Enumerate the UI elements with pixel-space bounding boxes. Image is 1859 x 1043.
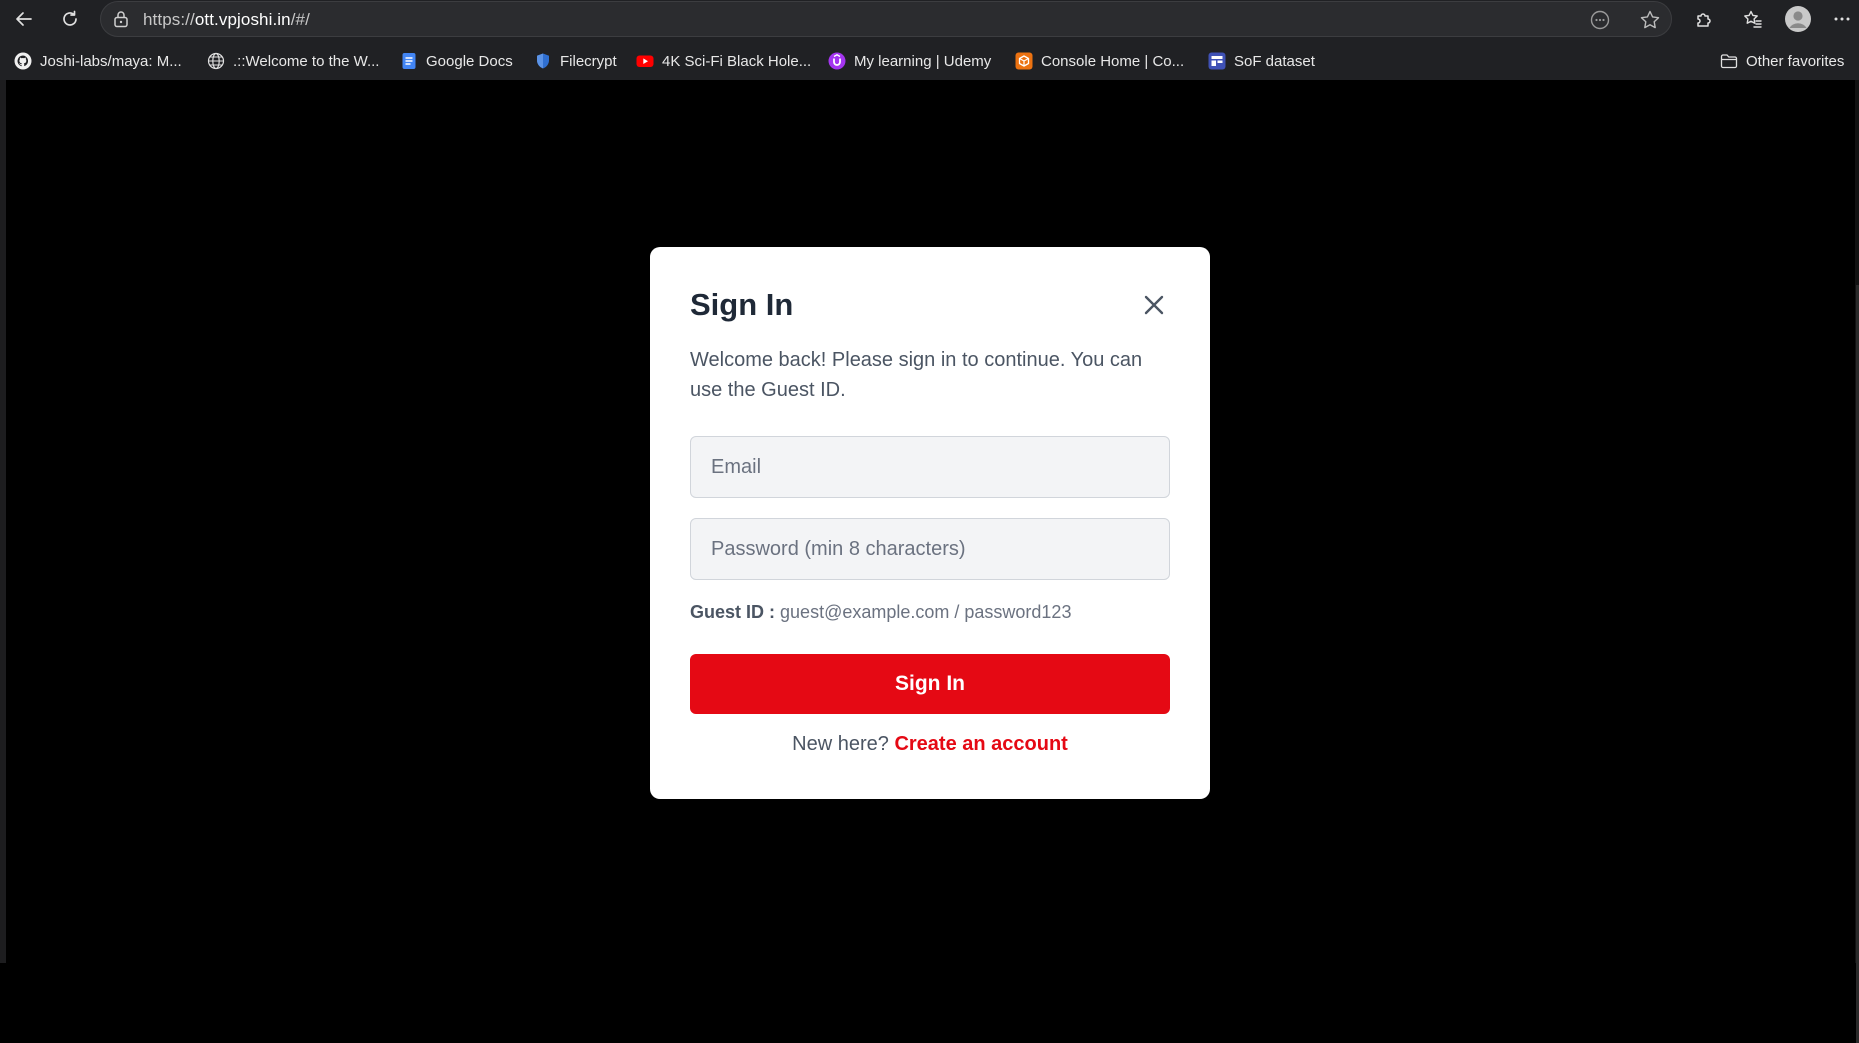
modal-subtitle: Welcome back! Please sign in to continue…	[690, 349, 1143, 401]
profile-button[interactable]	[1782, 3, 1814, 35]
puzzle-icon	[1697, 13, 1711, 27]
url-scheme: https://	[143, 10, 195, 29]
browser-toolbar: https://ott.vpjoshi.in/#/	[0, 0, 1859, 38]
bookmark-google-docs[interactable]: Google Docs	[400, 50, 513, 72]
modal-title: Sign In	[690, 287, 794, 322]
bookmark-filecrypt[interactable]: Filecrypt	[534, 50, 617, 72]
bookmarks-bar: Joshi-labs/maya: M... .::Welcome to the …	[0, 42, 1859, 78]
back-button[interactable]	[8, 3, 40, 35]
guest-id-label: Guest ID :	[690, 602, 776, 622]
email-input[interactable]	[690, 436, 1170, 498]
reload-button[interactable]	[54, 3, 86, 35]
bookmark-youtube[interactable]: 4K Sci-Fi Black Hole...	[636, 50, 811, 72]
star-icon[interactable]	[1639, 9, 1661, 31]
arrow-left-icon	[16, 12, 32, 26]
create-account-link[interactable]: Create an account	[894, 733, 1067, 755]
bookmark-sof-dataset[interactable]: SoF dataset	[1208, 50, 1315, 72]
url-path: /#/	[290, 10, 310, 29]
extensions-button[interactable]	[1688, 3, 1720, 35]
bookmark-label: My learning | Udemy	[854, 52, 992, 70]
bookmark-welcome[interactable]: .::Welcome to the W...	[207, 50, 379, 72]
aws-icon	[1015, 52, 1033, 70]
settings-menu-button[interactable]	[1828, 3, 1856, 35]
favorites-button[interactable]	[1737, 3, 1769, 35]
bookmark-label: Filecrypt	[560, 52, 617, 70]
globe-icon	[207, 52, 225, 70]
lock-icon[interactable]	[111, 9, 131, 29]
other-favorites-label: Other favorites	[1746, 52, 1845, 70]
sign-in-button[interactable]: Sign In	[690, 654, 1170, 714]
browser-chrome: https://ott.vpjoshi.in/#/ Joshi-labs/may…	[0, 0, 1859, 80]
page-scrollbar[interactable]	[1855, 80, 1859, 1043]
folder-icon	[1720, 54, 1738, 69]
url-host: ott.vpjoshi.in	[194, 10, 291, 29]
reload-icon	[63, 10, 77, 26]
close-icon[interactable]	[1140, 291, 1168, 319]
url-text[interactable]: https://ott.vpjoshi.in/#/	[143, 10, 310, 30]
google-docs-icon	[402, 53, 416, 69]
shield-icon	[537, 53, 549, 69]
other-favorites[interactable]: Other favorites	[1720, 50, 1844, 72]
bookmark-label: Console Home | Co...	[1041, 52, 1185, 70]
signup-prompt: New here? Create an account	[650, 733, 1210, 756]
github-icon	[14, 52, 32, 70]
sign-in-modal: Sign In Welcome back! Please sign in to …	[650, 247, 1210, 799]
guest-id-value: guest@example.com / password123	[780, 602, 1072, 622]
bookmark-label: SoF dataset	[1234, 52, 1315, 70]
favorites-star-list-icon	[1744, 10, 1762, 28]
bookmark-console-home[interactable]: Console Home | Co...	[1015, 50, 1184, 72]
avatar-icon	[1785, 6, 1811, 32]
youtube-icon	[636, 55, 654, 67]
bookmark-github[interactable]: Joshi-labs/maya: M...	[14, 50, 182, 72]
bookmark-label: Google Docs	[426, 52, 513, 70]
more-dots-circle-icon[interactable]	[1589, 9, 1611, 31]
bookmark-label: 4K Sci-Fi Black Hole...	[662, 52, 812, 70]
password-input[interactable]	[690, 518, 1170, 580]
bookmark-label: .::Welcome to the W...	[233, 52, 380, 70]
address-bar[interactable]: https://ott.vpjoshi.in/#/	[100, 1, 1672, 37]
content-left-border	[0, 80, 6, 963]
ellipsis-icon	[1834, 17, 1850, 21]
bookmark-label: Joshi-labs/maya: M...	[40, 52, 182, 70]
bookmark-udemy[interactable]: My learning | Udemy	[828, 50, 991, 72]
udemy-icon	[828, 52, 846, 70]
guest-id-hint: Guest ID : guest@example.com / password1…	[690, 602, 1071, 623]
new-here-text: New here?	[792, 733, 889, 755]
dataset-icon	[1208, 52, 1226, 70]
